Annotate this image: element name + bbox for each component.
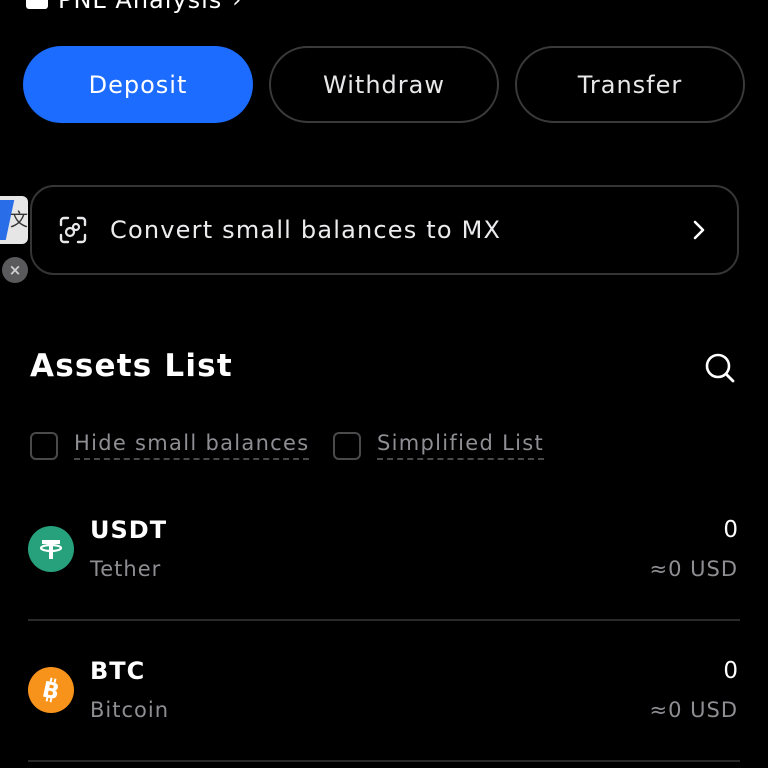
- asset-name: Tether: [90, 557, 162, 581]
- hide-small-balances-checkbox[interactable]: Hide small balances: [30, 431, 310, 460]
- pnl-analysis-link[interactable]: PNL Analysis ›: [26, 0, 241, 14]
- asset-usd-value: ≈0 USD: [649, 698, 738, 722]
- asset-usd-value: ≈0 USD: [649, 557, 738, 581]
- asset-name: Bitcoin: [90, 698, 170, 722]
- simplified-list-checkbox[interactable]: Simplified List: [333, 431, 544, 460]
- asset-symbol: USDT: [90, 516, 168, 544]
- transfer-button[interactable]: Transfer: [515, 46, 745, 123]
- asset-row-btc[interactable]: B BTC Bitcoin 0 ≈0 USD: [28, 641, 740, 761]
- translate-glyph: 文: [10, 210, 28, 231]
- search-icon: [705, 353, 735, 383]
- asset-amount: 0: [723, 658, 738, 684]
- pnl-analysis-title: PNL Analysis: [58, 0, 223, 14]
- action-buttons: Deposit Withdraw Transfer: [23, 46, 745, 123]
- bitcoin-icon: B: [28, 667, 74, 713]
- simplified-list-label: Simplified List: [377, 431, 544, 460]
- chevron-right-icon: ›: [232, 0, 242, 13]
- close-icon: ×: [8, 261, 22, 279]
- asset-amount: 0: [723, 517, 738, 543]
- divider: [28, 619, 740, 621]
- withdraw-button[interactable]: Withdraw: [269, 46, 499, 123]
- hide-small-balances-label: Hide small balances: [74, 431, 310, 460]
- convert-scan-icon: [58, 215, 88, 245]
- tether-icon: [28, 526, 74, 572]
- assets-list-title: Assets List: [30, 348, 233, 384]
- chevron-right-icon: [689, 218, 709, 242]
- assets-screen: PNL Analysis › Deposit Withdraw Transfer…: [0, 0, 768, 768]
- close-translate-widget-button[interactable]: ×: [2, 257, 28, 283]
- convert-small-balances-card[interactable]: Convert small balances to MX: [30, 185, 739, 275]
- document-icon: [26, 0, 48, 9]
- deposit-button[interactable]: Deposit: [23, 46, 253, 123]
- search-button[interactable]: [703, 351, 737, 385]
- checkbox[interactable]: [30, 431, 58, 460]
- translate-widget[interactable]: 文: [0, 196, 28, 244]
- checkbox[interactable]: [333, 431, 361, 460]
- convert-small-balances-label: Convert small balances to MX: [110, 216, 502, 244]
- divider: [28, 760, 740, 762]
- asset-symbol: BTC: [90, 657, 146, 685]
- asset-row-usdt[interactable]: USDT Tether 0 ≈0 USD: [28, 500, 740, 620]
